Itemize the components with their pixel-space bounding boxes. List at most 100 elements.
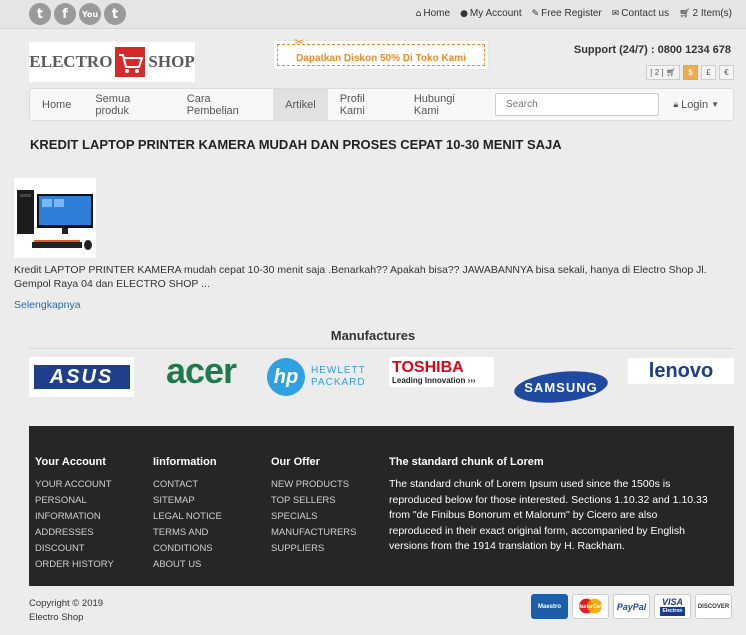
- footer-link-specials[interactable]: Specials: [271, 509, 381, 525]
- twitter-icon[interactable]: t: [29, 3, 51, 25]
- footer-link-order-history[interactable]: Order History: [35, 557, 145, 573]
- footer-lorem-text: The standard chunk of Lorem Ipsum used s…: [389, 478, 708, 552]
- manufacturers-title: Manufactures: [330, 328, 416, 343]
- brand-asus-logo[interactable]: ASUS: [29, 357, 134, 397]
- user-icon: ●: [460, 9, 468, 19]
- footer-link-your-account[interactable]: Your Account: [35, 477, 145, 493]
- copyright: Copyright © 2019 Electro Shop: [29, 597, 103, 625]
- brand-asus-text: ASUS: [49, 365, 114, 388]
- cart-icon: 🛒︎: [679, 9, 691, 19]
- mastercard-text: MasterCard: [576, 603, 605, 610]
- brand-hp-wordmark: HEWLETT PACKARD: [311, 365, 366, 389]
- footer-link-information[interactable]: Information: [35, 509, 145, 525]
- youtube-icon[interactable]: You: [79, 3, 101, 25]
- footer-link-suppliers[interactable]: Suppliers: [271, 541, 381, 557]
- brand-lenovo-text: lenovo: [648, 359, 714, 382]
- brand-toshiba-tagline-text: Leading Innovation: [392, 375, 466, 385]
- top-link-contact-label: Contact us: [621, 8, 670, 19]
- visa-text: VISA: [661, 596, 683, 607]
- brand-lenovo-logo[interactable]: lenovo: [628, 358, 734, 384]
- nav-cara-pembelian[interactable]: Cara Pembelian: [175, 89, 273, 120]
- top-links: ⌂ Home ● My Account ✎ Free Register ✉ Contac…: [416, 8, 732, 19]
- footer-account-column: Your Account Your Account Personal Infor…: [35, 456, 145, 573]
- nav-hubungi-kami[interactable]: Hubungi Kami: [402, 89, 491, 120]
- promo-text: Dapatkan Diskon 50% Di Toko Kami: [277, 44, 485, 66]
- footer-link-manufacturers[interactable]: Manufacturers: [271, 525, 381, 541]
- top-link-free-register[interactable]: ✎ Free Register: [532, 8, 602, 19]
- footer-link-contact[interactable]: Contact: [153, 477, 263, 493]
- copyright-line2: Electro Shop: [29, 612, 84, 623]
- top-link-my-account-label: My Account: [469, 8, 522, 19]
- main-navbar: Home Semua produk Cara Pembelian Artikel…: [29, 88, 734, 121]
- brand-toshiba-logo[interactable]: TOSHIBA Leading Innovation ›››: [389, 357, 494, 387]
- footer-link-discount[interactable]: Discount: [35, 541, 145, 557]
- article-excerpt: Kredit LAPTOP PRINTER KAMERA mudah cepat…: [14, 264, 707, 290]
- tumblr-icon[interactable]: t: [104, 3, 126, 25]
- footer-lorem-column: The standard chunk of Lorem The standard…: [389, 456, 709, 555]
- brand-acer-text: acer: [165, 350, 237, 391]
- footer-account-title: Your Account: [35, 456, 106, 468]
- home-icon: ⌂: [415, 9, 422, 19]
- footer-link-terms[interactable]: Terms and: [153, 525, 263, 541]
- footer-information-column: Iinformation Contact Sitemap Legal Notic…: [153, 456, 263, 573]
- currency-pound[interactable]: £: [701, 65, 716, 80]
- edit-icon: ✎: [531, 9, 540, 19]
- paypal-icon: PayPal: [613, 594, 650, 619]
- nav-semua-produk[interactable]: Semua produk: [83, 89, 174, 120]
- brand-hp-line2: PACKARD: [311, 377, 366, 388]
- mini-cart-count: [ 2 ]: [650, 68, 664, 77]
- footer-link-about-us[interactable]: About Us: [153, 557, 263, 573]
- footer-link-top-sellers[interactable]: Top Sellers: [271, 493, 381, 509]
- support-phone: Support (24/7) : 0800 1234 678: [573, 44, 731, 56]
- article-thumbnail[interactable]: [14, 178, 96, 258]
- logo-text-left: ELECTRO: [29, 52, 113, 71]
- footer-link-sitemap[interactable]: Sitemap: [153, 493, 263, 509]
- currency-dollar[interactable]: $: [683, 65, 698, 80]
- brand-samsung-text: SAMSUNG: [524, 379, 598, 395]
- top-link-cart[interactable]: 🛒︎ 2 Item(s): [679, 8, 732, 19]
- footer-offer-title: Our Offer: [271, 456, 320, 468]
- top-link-my-account[interactable]: ● My Account: [460, 8, 522, 19]
- logo-cart-icon: [115, 47, 146, 77]
- envelope-icon: ✉: [611, 9, 620, 19]
- article-title[interactable]: KREDIT LAPTOP PRINTER KAMERA MUDAH DAN P…: [30, 137, 562, 152]
- top-link-home-label: Home: [423, 8, 451, 19]
- top-link-home[interactable]: ⌂ Home: [416, 8, 450, 19]
- mini-cart-button[interactable]: [ 2 ] 🛒︎: [646, 65, 680, 80]
- read-more-link[interactable]: Selengkapnya: [14, 299, 81, 311]
- top-link-contact[interactable]: ✉ Contact us: [612, 8, 669, 19]
- promo-banner[interactable]: ✂ Dapatkan Diskon 50% Di Toko Kami: [273, 35, 489, 70]
- footer-lorem-title: The standard chunk of Lorem: [389, 456, 544, 468]
- currency-euro[interactable]: €: [719, 65, 734, 80]
- footer-link-new-products[interactable]: New Products: [271, 477, 381, 493]
- brand-hp-mark: hp: [267, 358, 305, 396]
- brand-hp-line1: HEWLETT: [311, 365, 366, 376]
- login-dropdown[interactable]: 🔒︎ Login ▼: [659, 89, 733, 120]
- nav-artikel[interactable]: Artikel: [273, 89, 328, 120]
- mastercard-icon: MasterCard: [572, 594, 609, 619]
- brand-hp-logo[interactable]: hp HEWLETT PACKARD: [267, 357, 379, 397]
- login-label: Login: [681, 98, 709, 111]
- footer-link-legal-notice[interactable]: Legal Notice: [153, 509, 263, 525]
- footer-information-title: Iinformation: [153, 456, 217, 468]
- footer-link-addresses[interactable]: Addresses: [35, 525, 145, 541]
- caret-down-icon: ▼: [711, 100, 719, 109]
- footer-link-personal[interactable]: Personal: [35, 493, 145, 509]
- copyright-line1: Copyright © 2019: [29, 598, 104, 609]
- search-input[interactable]: [495, 93, 660, 116]
- facebook-icon[interactable]: f: [54, 3, 76, 25]
- nav-home[interactable]: Home: [30, 89, 83, 120]
- footer-offer-column: Our Offer New Products Top Sellers Speci…: [271, 456, 381, 557]
- top-bar: t f You t ⌂ Home ● My Account ✎ Free Regist…: [0, 0, 746, 29]
- currency-switcher: [ 2 ] 🛒︎ $ £ €: [646, 65, 734, 80]
- visa-electron-icon: VISA Electron: [654, 594, 691, 619]
- brand-toshiba-tagline: Leading Innovation ›››: [392, 376, 476, 385]
- mini-cart-icon: 🛒︎: [665, 68, 676, 77]
- nav-profil-kami[interactable]: Profil Kami: [328, 89, 402, 120]
- brand-samsung-logo[interactable]: SAMSUNG: [512, 370, 610, 404]
- site-logo[interactable]: ELECTRO SHOP: [29, 42, 195, 82]
- site-footer: Your Account Your Account Personal Infor…: [29, 426, 734, 586]
- brand-acer-logo[interactable]: acer: [145, 352, 257, 390]
- lock-icon: 🔒︎: [673, 99, 679, 110]
- footer-link-conditions[interactable]: Conditions: [153, 541, 263, 557]
